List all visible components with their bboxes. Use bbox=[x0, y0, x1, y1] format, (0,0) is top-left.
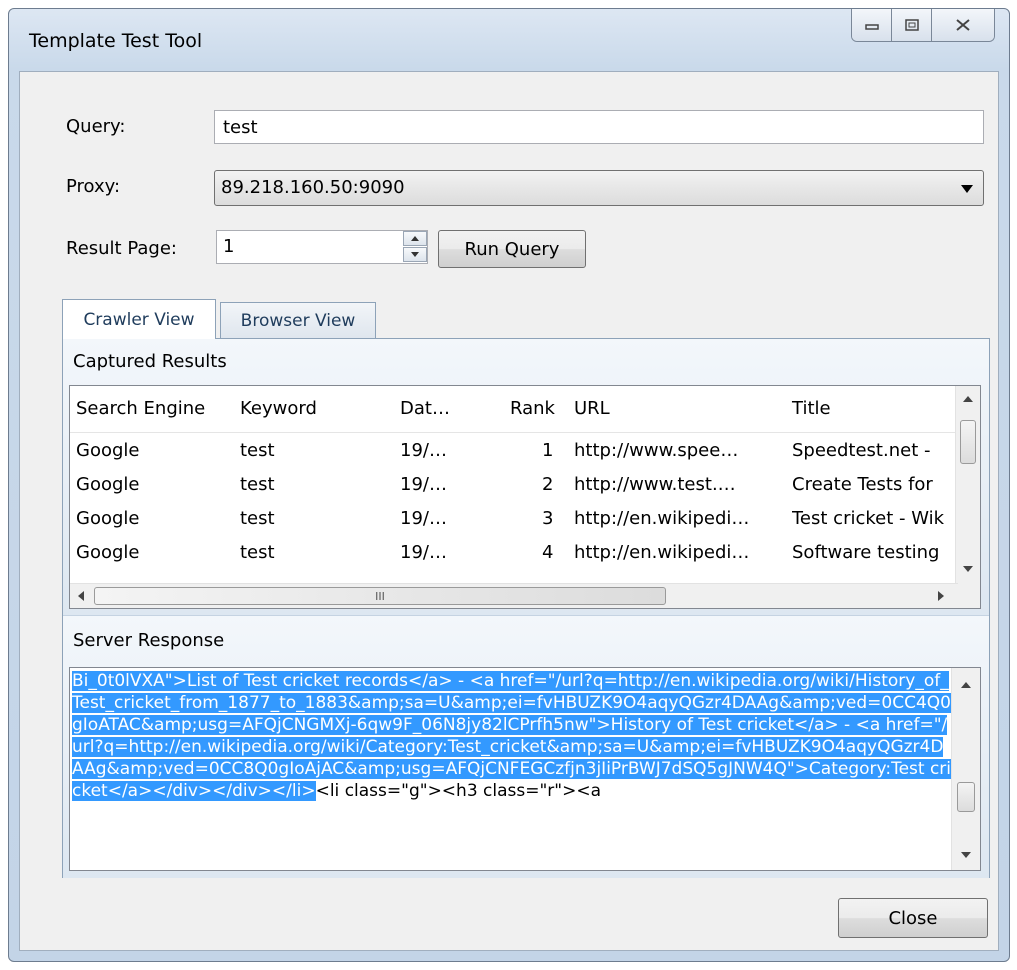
result-page-value: 1 bbox=[223, 236, 235, 257]
stepper-buttons bbox=[403, 231, 427, 263]
proxy-value: 89.218.160.50:9090 bbox=[221, 177, 405, 198]
cell-date: 19/… bbox=[400, 542, 447, 563]
close-icon bbox=[956, 19, 970, 31]
result-page-label: Result Page: bbox=[66, 238, 177, 259]
results-table[interactable]: Search Engine Keyword Dat… Rank URL Titl… bbox=[69, 385, 981, 609]
cell-url: http://en.wikipedi… bbox=[574, 508, 750, 529]
scroll-down-icon[interactable] bbox=[963, 566, 973, 572]
stepper-up-button[interactable] bbox=[403, 231, 427, 246]
table-row[interactable]: Google test 19/… 1 http://www.spee… Spee… bbox=[70, 434, 958, 468]
cell-keyword: test bbox=[240, 542, 275, 563]
crawler-view-panel: Captured Results Search Engine Keyword D… bbox=[62, 338, 990, 878]
column-header-rank[interactable]: Rank bbox=[510, 398, 555, 419]
server-response-content: Bi_0t0lVXA">List of Test cricket records… bbox=[72, 670, 952, 802]
server-response-title: Server Response bbox=[73, 630, 225, 651]
response-vertical-scrollbar[interactable] bbox=[951, 668, 980, 870]
scroll-right-icon[interactable] bbox=[938, 591, 944, 601]
table-row[interactable]: Google test 19/… 4 http://en.wikipedi… S… bbox=[70, 536, 958, 570]
title-bar[interactable]: Template Test Tool bbox=[9, 9, 1009, 71]
column-header-title[interactable]: Title bbox=[792, 398, 831, 419]
cell-url: http://en.wikipedi… bbox=[574, 542, 750, 563]
proxy-label: Proxy: bbox=[66, 176, 121, 197]
unselected-response-text: <li class="g"><h3 class="r"><a bbox=[315, 781, 602, 801]
cell-rank: 2 bbox=[542, 474, 554, 495]
server-response-textbox[interactable]: Bi_0t0lVXA">List of Test cricket records… bbox=[69, 667, 981, 871]
scroll-down-icon[interactable] bbox=[961, 852, 971, 858]
cell-search-engine: Google bbox=[76, 508, 140, 529]
tab-crawler-view[interactable]: Crawler View bbox=[62, 299, 216, 339]
column-header-url[interactable]: URL bbox=[574, 398, 610, 419]
cell-date: 19/… bbox=[400, 508, 447, 529]
window-title: Template Test Tool bbox=[29, 30, 203, 52]
results-hscroll-thumb[interactable]: III bbox=[94, 587, 666, 605]
chevron-down-icon bbox=[961, 185, 973, 193]
cell-date: 19/… bbox=[400, 474, 447, 495]
cell-rank: 1 bbox=[542, 440, 554, 461]
cell-keyword: test bbox=[240, 508, 275, 529]
table-header: Search Engine Keyword Dat… Rank URL Titl… bbox=[70, 386, 958, 433]
results-horizontal-scrollbar[interactable]: III bbox=[70, 583, 958, 608]
cell-rank: 3 bbox=[542, 508, 554, 529]
cell-search-engine: Google bbox=[76, 474, 140, 495]
table-row[interactable]: Google test 19/… 2 http://www.test.… Cre… bbox=[70, 468, 958, 502]
cell-url: http://www.test.… bbox=[574, 474, 736, 495]
close-button[interactable]: Close bbox=[838, 898, 988, 938]
cell-title: Speedtest.net - bbox=[792, 440, 931, 461]
captured-results-group: Captured Results Search Engine Keyword D… bbox=[63, 339, 989, 615]
maximize-icon bbox=[904, 19, 919, 31]
cell-keyword: test bbox=[240, 474, 275, 495]
stepper-down-button[interactable] bbox=[403, 247, 427, 262]
column-header-search-engine[interactable]: Search Engine bbox=[76, 398, 205, 419]
close-window-button[interactable] bbox=[932, 9, 994, 41]
scroll-up-icon[interactable] bbox=[961, 682, 971, 688]
cell-title: Test cricket - Wik bbox=[792, 508, 945, 529]
tab-browser-view[interactable]: Browser View bbox=[220, 302, 376, 338]
cell-search-engine: Google bbox=[76, 440, 140, 461]
scroll-left-icon[interactable] bbox=[78, 591, 84, 601]
query-input[interactable]: test bbox=[214, 110, 984, 144]
query-label: Query: bbox=[66, 116, 126, 137]
cell-title: Create Tests for bbox=[792, 474, 933, 495]
response-vscroll-thumb[interactable] bbox=[957, 782, 975, 812]
minimize-button[interactable] bbox=[852, 9, 892, 41]
table-row[interactable]: Google test 19/… 3 http://en.wikipedi… T… bbox=[70, 502, 958, 536]
cell-rank: 4 bbox=[542, 542, 554, 563]
column-header-date[interactable]: Dat… bbox=[400, 398, 450, 419]
arrow-down-icon bbox=[411, 252, 419, 257]
scroll-corner bbox=[956, 584, 980, 608]
proxy-select[interactable]: 89.218.160.50:9090 bbox=[214, 170, 984, 206]
scroll-grip-icon: III bbox=[375, 589, 385, 603]
minimize-icon bbox=[864, 24, 879, 30]
results-vertical-scrollbar[interactable] bbox=[955, 386, 980, 584]
captured-results-title: Captured Results bbox=[73, 351, 227, 372]
maximize-button[interactable] bbox=[892, 9, 932, 41]
run-query-button[interactable]: Run Query bbox=[438, 230, 586, 268]
window-controls bbox=[851, 9, 995, 42]
scroll-up-icon[interactable] bbox=[963, 396, 973, 402]
result-page-stepper[interactable]: 1 bbox=[216, 230, 428, 264]
dialog-body: Query: test Proxy: 89.218.160.50:9090 Re… bbox=[19, 71, 999, 951]
cell-title: Software testing bbox=[792, 542, 940, 563]
cell-keyword: test bbox=[240, 440, 275, 461]
results-vscroll-thumb[interactable] bbox=[960, 420, 976, 464]
column-header-keyword[interactable]: Keyword bbox=[240, 398, 317, 419]
cell-date: 19/… bbox=[400, 440, 447, 461]
arrow-up-icon bbox=[411, 236, 419, 241]
cell-search-engine: Google bbox=[76, 542, 140, 563]
app-window: Template Test Tool Query: test Proxy: 89… bbox=[8, 8, 1010, 962]
cell-url: http://www.spee… bbox=[574, 440, 739, 461]
